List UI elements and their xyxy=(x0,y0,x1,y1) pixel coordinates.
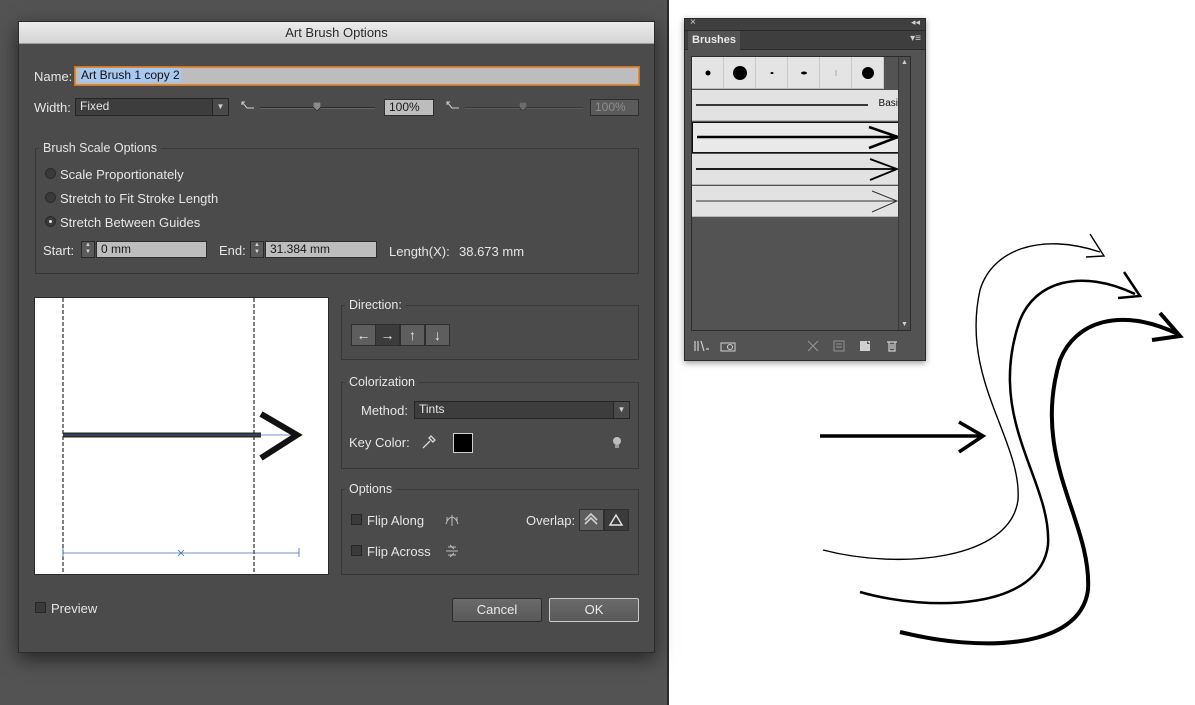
scroll-up-icon[interactable]: ▲ xyxy=(901,59,908,66)
preview-artwork xyxy=(62,298,303,574)
straight-arrow-artwork xyxy=(820,420,987,454)
preview-arrow-head xyxy=(259,411,303,461)
chevron-down-icon: ▼ xyxy=(613,402,629,418)
brush-list-scrollbar[interactable]: ▲ ▼ xyxy=(898,57,910,330)
stretch-to-fit-radio[interactable] xyxy=(45,192,56,203)
stretch-between-guides-label[interactable]: Stretch Between Guides xyxy=(60,215,200,230)
options-title: Options xyxy=(345,482,397,496)
flip-along-icon xyxy=(444,512,460,531)
direction-down-button[interactable]: ↓ xyxy=(425,324,450,346)
overlap-label: Overlap: xyxy=(526,513,576,528)
brush-libraries-icon[interactable] xyxy=(694,340,710,355)
width-slider-thumb[interactable] xyxy=(313,102,321,111)
overlap-no-adjust-button[interactable] xyxy=(604,509,629,531)
collapse-icon[interactable]: ◂◂ xyxy=(911,17,920,28)
brush-thumb-4[interactable] xyxy=(788,57,820,89)
brush-scale-options-title: Brush Scale Options xyxy=(39,141,161,155)
panel-menu-icon[interactable]: ▾≡ xyxy=(910,33,921,44)
open-library-icon[interactable] xyxy=(720,340,736,355)
panel-tabbar: Brushes ▾≡ xyxy=(685,31,925,50)
brush-row-arrow-thin[interactable] xyxy=(692,186,907,217)
method-label: Method: xyxy=(361,403,408,418)
direction-up-button[interactable]: ↑ xyxy=(400,324,425,346)
flip-across-label[interactable]: Flip Across xyxy=(367,544,431,559)
chevron-down-icon: ▼ xyxy=(212,99,228,115)
curved-arrow-thick xyxy=(899,311,1184,646)
start-label: Start: xyxy=(43,243,75,258)
art-brush-options-dialog: Art Brush Options Name: Art Brush 1 copy… xyxy=(18,21,655,653)
tab-brushes[interactable]: Brushes xyxy=(688,31,740,50)
preview-label[interactable]: Preview xyxy=(51,601,97,616)
end-label: End: xyxy=(219,243,246,258)
name-value: Art Brush 1 copy 2 xyxy=(80,68,181,82)
brush-options-icon xyxy=(833,340,845,355)
variation-pressure-icon xyxy=(446,99,460,116)
end-stepper[interactable]: ▲ ▼ xyxy=(250,241,264,258)
scale-proportionately-radio[interactable] xyxy=(45,168,56,179)
delete-brush-icon[interactable] xyxy=(886,340,898,355)
colorization-title: Colorization xyxy=(345,375,420,389)
length-value: 38.673 mm xyxy=(459,244,525,259)
brush-thumb-5[interactable] xyxy=(820,57,852,89)
method-dropdown-value: Tints xyxy=(419,402,445,416)
direction-title: Direction: xyxy=(345,298,406,312)
tips-lightbulb-icon[interactable] xyxy=(612,436,622,453)
brush-row-arrow-medium[interactable] xyxy=(692,154,907,185)
start-field[interactable]: 0 mm xyxy=(96,241,207,258)
brush-list[interactable]: Basic ▲ ▼ xyxy=(691,56,911,331)
width-dropdown[interactable]: Fixed ▼ xyxy=(75,98,229,116)
preview-checkbox[interactable] xyxy=(35,602,46,613)
stretch-between-guides-radio[interactable] xyxy=(45,216,56,227)
remove-stroke-icon xyxy=(807,340,819,355)
direction-left-button[interactable]: ← xyxy=(351,324,376,346)
width-label: Width: xyxy=(34,100,71,115)
panel-titlebar[interactable]: × ◂◂ xyxy=(685,17,925,31)
start-stepper[interactable]: ▲ ▼ xyxy=(81,241,95,258)
variation-slider-thumb xyxy=(519,102,527,111)
ok-button[interactable]: OK xyxy=(549,598,639,622)
stretch-to-fit-label[interactable]: Stretch to Fit Stroke Length xyxy=(60,191,218,206)
cancel-button[interactable]: Cancel xyxy=(452,598,542,622)
scroll-down-icon[interactable]: ▼ xyxy=(901,321,908,328)
brush-thumb-1[interactable] xyxy=(692,57,724,89)
variation-percent-field: 100% xyxy=(590,99,639,116)
eyedropper-icon[interactable] xyxy=(421,434,437,453)
end-field[interactable]: 31.384 mm xyxy=(265,241,377,258)
close-icon[interactable]: × xyxy=(690,17,696,28)
brush-row-arrow-thick[interactable] xyxy=(692,122,907,153)
flip-across-icon xyxy=(444,543,460,562)
flip-along-checkbox[interactable] xyxy=(351,514,362,525)
scale-proportionately-label[interactable]: Scale Proportionately xyxy=(60,167,184,182)
brush-thumb-3[interactable] xyxy=(756,57,788,89)
length-label: Length(X): xyxy=(389,244,450,259)
direction-right-button[interactable]: → xyxy=(375,324,400,346)
width-dropdown-value: Fixed xyxy=(80,99,110,113)
brushes-panel: × ◂◂ Brushes ▾≡ Basic ▲ ▼ xyxy=(684,17,926,361)
key-color-label: Key Color: xyxy=(349,435,410,450)
key-color-swatch[interactable] xyxy=(453,433,473,453)
brush-preview[interactable] xyxy=(34,297,329,575)
panel-footer xyxy=(685,334,925,360)
flip-along-label[interactable]: Flip Along xyxy=(367,513,424,528)
brush-thumb-2[interactable] xyxy=(724,57,756,89)
brush-row-basic[interactable]: Basic xyxy=(692,90,907,121)
new-brush-icon[interactable] xyxy=(859,340,871,355)
colorization-group xyxy=(341,382,639,469)
width-pressure-icon xyxy=(241,99,255,116)
dialog-title[interactable]: Art Brush Options xyxy=(19,22,654,44)
name-label: Name: xyxy=(34,69,73,84)
brush-thumb-6[interactable] xyxy=(852,57,884,89)
method-dropdown[interactable]: Tints ▼ xyxy=(414,401,630,419)
overlap-adjust-button[interactable] xyxy=(579,509,604,531)
width-percent-field[interactable]: 100% xyxy=(384,99,434,116)
flip-across-checkbox[interactable] xyxy=(351,545,362,556)
name-field[interactable]: Art Brush 1 copy 2 xyxy=(75,67,639,85)
